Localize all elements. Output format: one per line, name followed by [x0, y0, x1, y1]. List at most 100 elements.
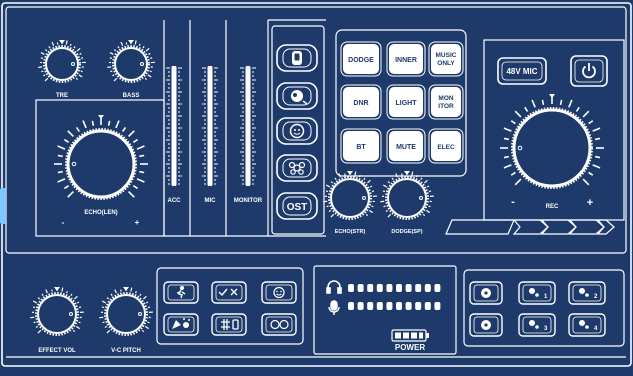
side-button-ost[interactable]: OST: [277, 193, 317, 219]
gear-1-icon: [529, 288, 539, 297]
duo-face-icon: [271, 321, 288, 329]
effect-vol-knob[interactable]: [30, 287, 84, 335]
preset-pad-disc-1[interactable]: [470, 282, 502, 304]
mic-48v-button[interactable]: 48V MIC: [498, 58, 546, 84]
treble-knob[interactable]: [38, 40, 86, 82]
disc-icon: [481, 288, 491, 298]
side-button-flower[interactable]: [277, 155, 317, 181]
fader-acc-label: ACC: [168, 198, 182, 204]
echo-len-plus: +: [135, 218, 140, 227]
gear-2-number: 2: [594, 294, 598, 300]
preset-pad-gear-3[interactable]: 3: [519, 314, 555, 336]
effect-pad-party[interactable]: [164, 314, 198, 335]
dodge-label: DODGE: [348, 57, 374, 64]
side-button-voice[interactable]: [277, 83, 317, 109]
headphone-meter: [348, 284, 440, 292]
mute-button[interactable]: MUTE: [387, 129, 425, 163]
mute-label: MUTE: [396, 144, 416, 151]
rec-knob-marker: [549, 94, 555, 98]
dodge-sp-label: DODGE(SP): [391, 229, 422, 235]
gear-3-icon: [529, 320, 539, 329]
inner-button[interactable]: INNER: [387, 42, 425, 76]
rec-knob[interactable]: [500, 94, 604, 188]
vc-pitch-knob[interactable]: [99, 287, 153, 335]
effect-pad-hash[interactable]: [212, 314, 246, 335]
echo-len-minus: -: [62, 218, 65, 227]
gear-4-icon: [579, 320, 589, 329]
mic-meter: [348, 302, 440, 310]
dnr-label: DNR: [353, 100, 368, 107]
effect-pad-block: [157, 268, 303, 344]
bass-knob[interactable]: [107, 40, 155, 82]
power-icon: [583, 63, 595, 77]
vc-pitch-label: V-C PITCH: [111, 348, 141, 354]
preset-pad-gear-4[interactable]: 4: [569, 314, 605, 336]
effect-pad-check-cross[interactable]: [212, 282, 246, 303]
monitor-label-1: MON: [438, 95, 453, 102]
fader-monitor[interactable]: [240, 66, 256, 186]
mixer-panel: TRE BASS ECHO(LEN) - + ECHO(STR) DODGE(S…: [0, 0, 633, 371]
preset-pad-disc-2[interactable]: [470, 314, 502, 336]
echo-str-knob[interactable]: [323, 171, 377, 219]
chevron-strip: [446, 220, 614, 234]
rec-plus: +: [587, 197, 593, 209]
gear-3-number: 3: [544, 326, 548, 332]
dodge-button[interactable]: DODGE: [341, 42, 381, 76]
echo-len-knob-marker: [98, 115, 104, 119]
hash-icon: [221, 319, 238, 330]
side-button-face[interactable]: [277, 118, 317, 144]
headphone-icon: [327, 281, 341, 293]
mic-48v-label: 48V MIC: [506, 67, 537, 76]
rec-minus: -: [511, 196, 515, 208]
battery-icon: [392, 330, 429, 341]
music-only-label-1: MUSIC: [436, 52, 457, 59]
side-handle: [0, 188, 6, 224]
gear-4-number: 4: [594, 326, 598, 332]
preset-pad-gear-2[interactable]: 2: [569, 282, 605, 304]
bt-button[interactable]: BT: [341, 129, 381, 163]
dnr-button[interactable]: DNR: [341, 85, 381, 119]
run-icon: [177, 287, 185, 298]
check-cross-icon: [219, 289, 237, 295]
inner-label: INNER: [395, 57, 417, 64]
bass-knob-marker: [128, 40, 134, 44]
rec-label: REC: [546, 204, 559, 210]
power-button[interactable]: [571, 56, 607, 86]
flower-icon: [290, 163, 305, 175]
fader-acc[interactable]: [166, 66, 182, 186]
effect-vol-knob-marker: [54, 287, 60, 291]
ost-label: OST: [287, 202, 308, 213]
echo-len-knob[interactable]: [54, 115, 148, 199]
light-button[interactable]: LIGHT: [387, 85, 425, 119]
fader-mic[interactable]: [202, 66, 218, 186]
echo-str-knob-marker: [347, 171, 353, 175]
effect-pad-smile[interactable]: [262, 282, 296, 303]
fader-mic-label: MIC: [205, 198, 217, 204]
gear-1-number: 1: [544, 294, 548, 300]
power-label: POWER: [395, 343, 425, 352]
phone-icon: [292, 51, 302, 65]
light-label: LIGHT: [396, 100, 418, 107]
elec-label: ELEC: [437, 144, 455, 151]
preset-pad-gear-1[interactable]: 1: [519, 282, 555, 304]
echo-len-label: ECHO(LEN): [84, 210, 117, 216]
voice-icon: [291, 90, 307, 104]
bt-label: BT: [356, 144, 366, 151]
disc-icon: [481, 320, 491, 330]
dodge-sp-knob[interactable]: [380, 171, 434, 219]
vc-pitch-knob-marker: [123, 287, 129, 291]
bass-knob-label: BASS: [123, 93, 140, 99]
music-only-button[interactable]: MUSIC ONLY: [429, 42, 463, 76]
fader-monitor-label: MONITOR: [234, 198, 263, 204]
treble-knob-label: TRE: [56, 93, 68, 99]
echo-str-label: ECHO(STR): [335, 229, 366, 235]
side-button-phone[interactable]: [277, 45, 317, 71]
monitor-button[interactable]: MON ITOR: [429, 85, 463, 119]
face-icon: [291, 125, 304, 138]
smile-icon: [274, 288, 284, 298]
music-only-label-2: ONLY: [437, 60, 455, 67]
elec-button[interactable]: ELEC: [429, 129, 463, 163]
effect-pad-duo[interactable]: [262, 314, 296, 335]
effect-pad-run[interactable]: [164, 282, 198, 303]
dodge-sp-knob-marker: [404, 171, 410, 175]
